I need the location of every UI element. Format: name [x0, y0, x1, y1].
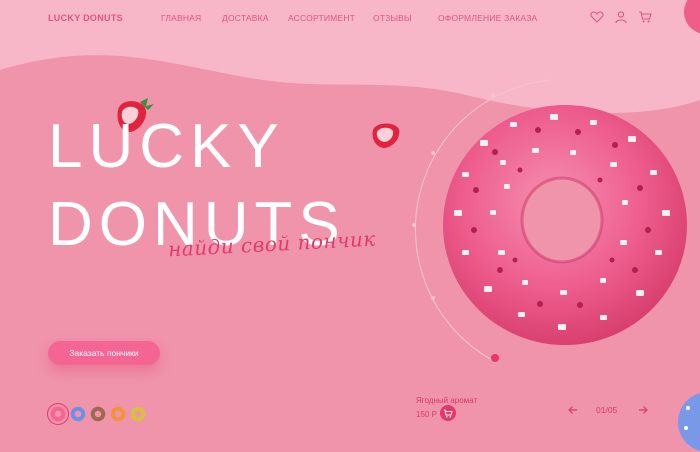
cart-icon[interactable]: [638, 10, 652, 24]
arrow-right-icon: [639, 406, 648, 414]
donut-image: [443, 105, 687, 345]
strawberry-slice-decoration: [372, 123, 400, 148]
arrow-left-icon: [568, 406, 577, 414]
brand-logo[interactable]: LUCKY DONUTS: [48, 13, 123, 23]
landing-page: LUCKY DONUTS ГЛАВНАЯ ДОСТАВКА АССОРТИМЕН…: [0, 0, 700, 452]
nav-checkout[interactable]: ОФОРМЛЕНИЕ ЗАКАЗА: [438, 13, 537, 23]
blue-donut-thumb[interactable]: [70, 406, 86, 422]
nav-reviews[interactable]: ОТЗЫВЫ: [373, 13, 412, 23]
heart-icon[interactable]: [590, 10, 604, 24]
order-donuts-button[interactable]: Заказать пончики: [48, 341, 160, 365]
next-slide-button[interactable]: [636, 403, 650, 417]
cart-icon: [444, 409, 453, 418]
corner-donut-peek: [684, 0, 700, 34]
slide-counter: 01/05: [596, 405, 618, 415]
user-icon[interactable]: [614, 10, 628, 24]
product-name: Ягодный аромат: [416, 396, 478, 405]
next-donut-peek: [678, 393, 700, 451]
nav-home[interactable]: ГЛАВНАЯ: [161, 13, 201, 23]
chocolate-donut-thumb[interactable]: [90, 406, 106, 422]
yellow-donut-thumb[interactable]: [130, 406, 146, 422]
add-to-cart-button[interactable]: [440, 405, 456, 421]
nav-delivery[interactable]: ДОСТАВКА: [222, 13, 269, 23]
pink-donut-thumb[interactable]: [50, 406, 66, 422]
hero-title-line1: LUCKY: [48, 112, 285, 181]
prev-slide-button[interactable]: [566, 403, 580, 417]
product-price: 150 Р: [416, 410, 437, 419]
orange-donut-thumb[interactable]: [110, 406, 126, 422]
nav-assortment[interactable]: АССОРТИМЕНТ: [288, 13, 355, 23]
